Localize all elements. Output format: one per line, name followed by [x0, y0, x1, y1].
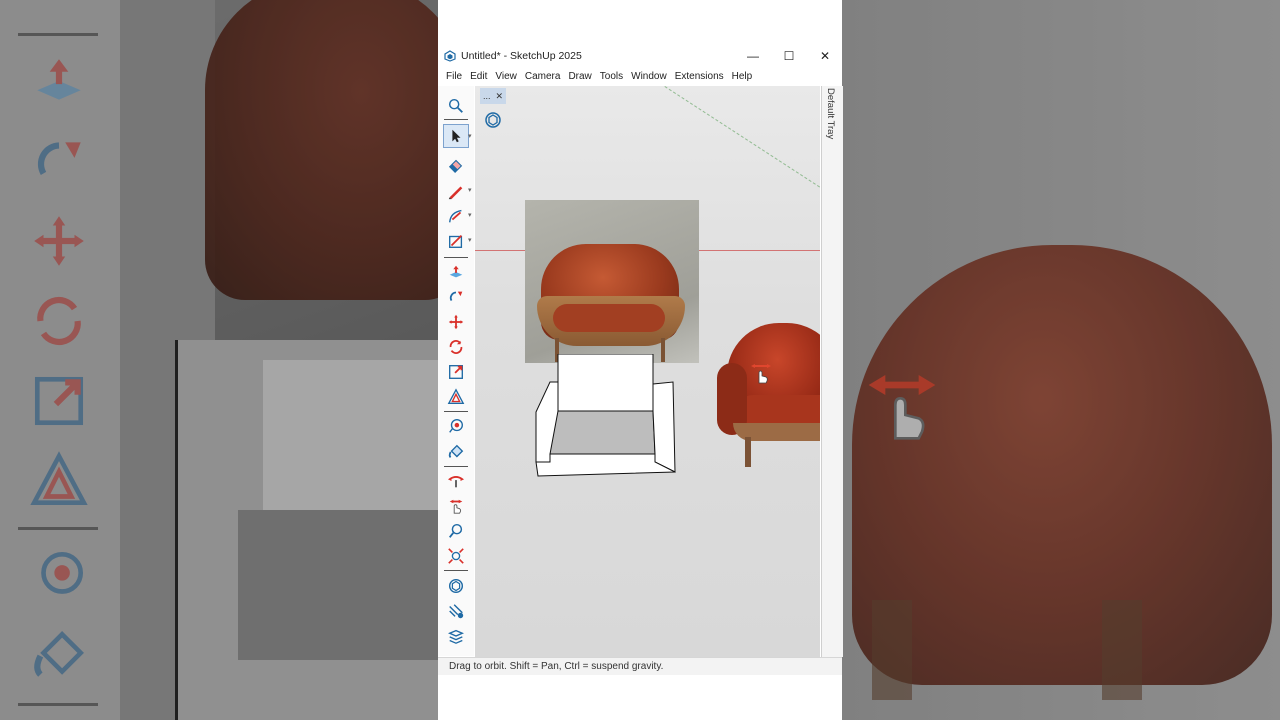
zoom-extents-tool[interactable] [444, 545, 468, 567]
menu-edit[interactable]: Edit [467, 71, 492, 82]
sketchup-logo-icon [444, 50, 456, 62]
default-tray-label: Default Tray [825, 88, 836, 140]
eraser-tool[interactable] [444, 154, 468, 176]
push-pull-tool[interactable] [444, 261, 468, 283]
scale-tool[interactable] [444, 361, 468, 383]
zoom-window-tool[interactable] [444, 520, 468, 542]
background-right-zoom [842, 0, 1280, 720]
extension-warehouse-tool[interactable] [444, 600, 468, 622]
menu-bar: File Edit View Camera Draw Tools Window … [438, 67, 842, 85]
menu-extensions[interactable]: Extensions [672, 71, 729, 82]
floating-toolbar: ... ✕ [480, 88, 506, 132]
zoom-extents-icon [448, 548, 464, 564]
background-left-zoom [0, 0, 438, 720]
follow-me-icon [449, 291, 463, 302]
minimize-button[interactable]: — [738, 46, 768, 66]
menu-help[interactable]: Help [729, 71, 758, 82]
menu-camera[interactable]: Camera [522, 71, 566, 82]
maximize-button[interactable]: ☐ [774, 46, 804, 66]
rectangle-icon [449, 234, 463, 248]
push-pull-icon [449, 265, 463, 278]
zoom-icon [448, 98, 463, 113]
sketchup-window: Untitled* - SketchUp 2025 — ☐ ✕ File Edi… [438, 0, 843, 720]
move-tool[interactable] [444, 311, 468, 333]
floating-toolbar-close-icon[interactable]: ✕ [495, 91, 503, 102]
menu-tools[interactable]: Tools [597, 71, 628, 82]
menu-draw[interactable]: Draw [565, 71, 596, 82]
menu-window[interactable]: Window [628, 71, 672, 82]
follow-me-tool[interactable] [444, 286, 468, 308]
rotate-tool[interactable] [444, 336, 468, 358]
offset-icon [447, 388, 465, 404]
title-bar: Untitled* - SketchUp 2025 — ☐ ✕ [438, 46, 842, 66]
3d-warehouse-tool[interactable] [444, 575, 468, 597]
paint-bucket-icon [448, 444, 464, 459]
rectangle-dropdown-icon[interactable]: ▾ [468, 237, 474, 244]
orbit-cursor-icon [751, 364, 771, 384]
status-bar: Drag to orbit. Shift = Pan, Ctrl = suspe… [438, 657, 842, 675]
large-tool-set: ▾ ▾ ▾ ▾ [438, 86, 474, 656]
scale-icon [449, 365, 463, 379]
orbit-icon [447, 476, 465, 488]
orbit-tool[interactable] [444, 470, 468, 492]
arc-dropdown-icon[interactable]: ▾ [468, 212, 474, 219]
extension-icon [449, 604, 464, 619]
zoom-tool[interactable] [444, 95, 468, 117]
layers-icon [447, 629, 465, 644]
select-tool[interactable] [443, 124, 469, 148]
menu-file[interactable]: File [438, 71, 467, 82]
pan-tool[interactable] [444, 495, 468, 517]
menu-view[interactable]: View [492, 71, 522, 82]
floating-toolbar-label: ... [483, 91, 491, 101]
move-icon [448, 314, 464, 330]
arc-icon [448, 209, 462, 223]
tape-measure-icon [449, 419, 463, 433]
status-text: Drag to orbit. Shift = Pan, Ctrl = suspe… [449, 661, 664, 672]
line-tool[interactable] [444, 180, 468, 202]
pencil-line-icon [448, 186, 463, 200]
zoom-window-icon [448, 523, 463, 538]
select-icon [452, 129, 461, 143]
leather-chair-model[interactable] [717, 323, 820, 470]
close-button[interactable]: ✕ [810, 46, 840, 66]
default-tray[interactable]: Default Tray [821, 86, 843, 657]
line-dropdown-icon[interactable]: ▾ [468, 187, 474, 194]
paint-bucket-tool[interactable] [444, 441, 468, 463]
warehouse-icon[interactable] [483, 110, 503, 130]
layers-tool[interactable] [444, 625, 468, 647]
select-dropdown-icon[interactable]: ▾ [468, 133, 474, 140]
pan-icon [449, 499, 463, 514]
rotate-icon [449, 340, 463, 354]
eraser-icon [448, 159, 463, 173]
rectangle-tool[interactable] [444, 230, 468, 252]
offset-tool[interactable] [444, 386, 468, 408]
model-viewport[interactable] [475, 86, 820, 657]
warehouse-icon [448, 578, 464, 594]
window-title: Untitled* - SketchUp 2025 [461, 50, 582, 62]
arc-tool[interactable] [444, 205, 468, 227]
reference-chair-image[interactable] [525, 200, 699, 363]
floating-toolbar-tab[interactable]: ... ✕ [480, 88, 506, 104]
green-axis [663, 86, 820, 197]
tape-measure-tool[interactable] [444, 415, 468, 437]
chair-block-model[interactable] [530, 353, 680, 479]
